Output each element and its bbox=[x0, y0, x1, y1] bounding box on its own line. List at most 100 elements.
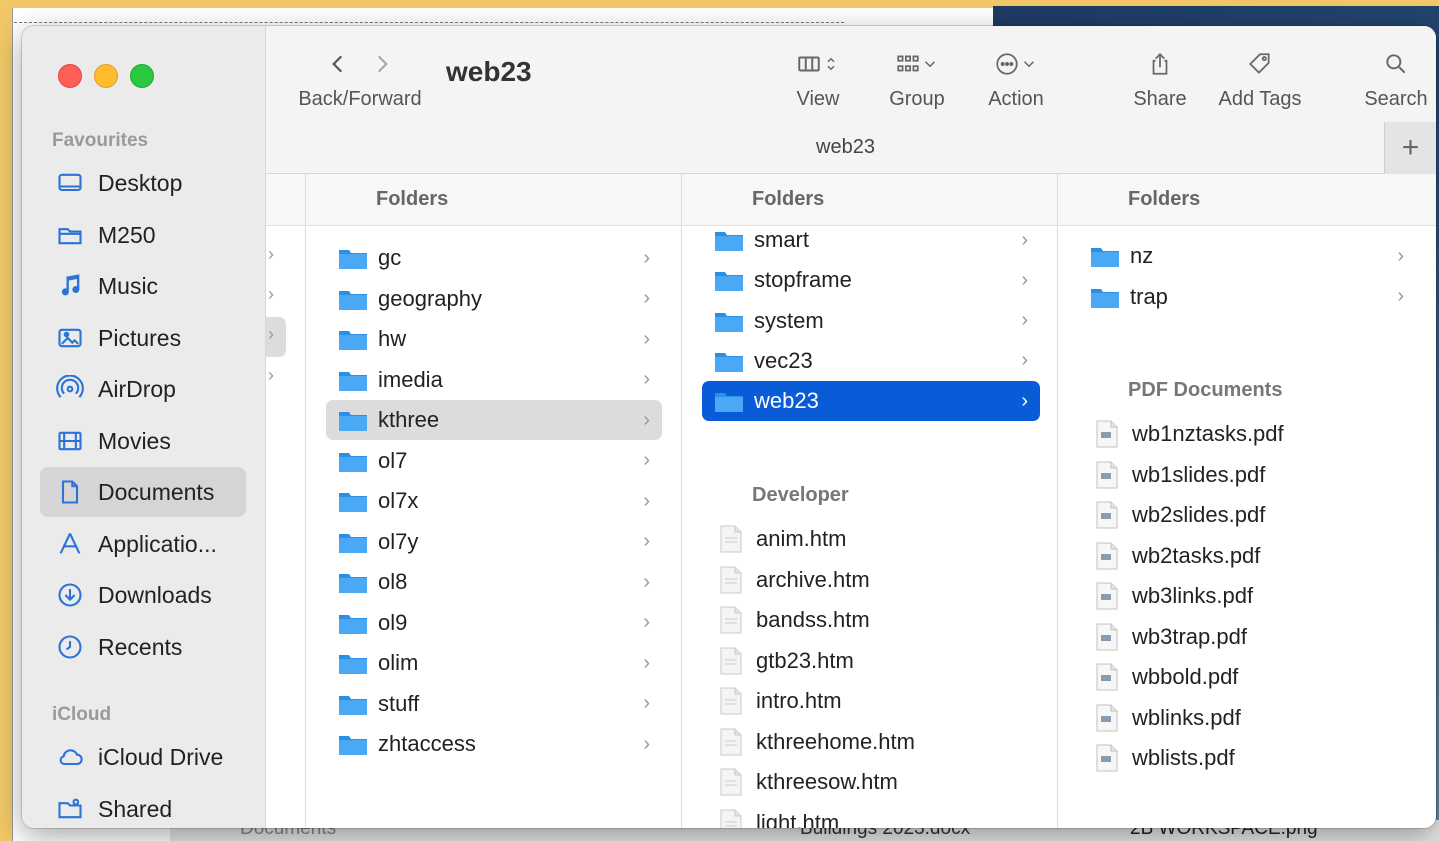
sidebar-item-pictures[interactable]: Pictures bbox=[40, 313, 246, 363]
file-row[interactable]: wblinks.pdf bbox=[1078, 698, 1416, 738]
sidebar: Favourites Desktop M250 Music Pictures A… bbox=[22, 26, 266, 828]
file-row[interactable]: wb1nztasks.pdf bbox=[1078, 414, 1416, 454]
chevron-right-icon: › bbox=[643, 611, 650, 633]
pdf-file-icon bbox=[1096, 623, 1118, 650]
sidebar-item-downloads[interactable]: Downloads bbox=[40, 570, 246, 620]
sidebar-item-movies[interactable]: Movies bbox=[40, 416, 246, 466]
folder-row[interactable]: nz › bbox=[1078, 236, 1416, 276]
sidebar-item-m250[interactable]: M250 bbox=[40, 210, 246, 260]
file-row[interactable]: intro.htm bbox=[702, 681, 1040, 721]
chevron-right-icon: › bbox=[268, 244, 274, 264]
sidebar-item-music[interactable]: Music bbox=[40, 261, 246, 311]
folder-row[interactable]: ol7x › bbox=[326, 481, 662, 521]
folder-name: hw bbox=[378, 326, 407, 351]
folder-name: ol9 bbox=[378, 609, 408, 635]
clock-icon bbox=[56, 633, 84, 661]
folder-icon bbox=[339, 574, 367, 593]
group-icon bbox=[872, 44, 962, 84]
html-file-icon bbox=[720, 809, 742, 828]
chevron-right-icon: › bbox=[643, 530, 650, 552]
chevron-right-icon: › bbox=[268, 284, 274, 304]
folder-row[interactable]: ol7y › bbox=[326, 522, 662, 562]
folder-name: ol7y bbox=[378, 528, 419, 554]
chevron-right-icon: › bbox=[643, 246, 650, 269]
folder-row[interactable]: ol7 › bbox=[326, 441, 662, 481]
folder-icon bbox=[339, 493, 367, 512]
share-button[interactable]: Share bbox=[1126, 44, 1194, 111]
file-row[interactable]: wb1slides.pdf bbox=[1078, 455, 1416, 495]
folder-name: ol7x bbox=[378, 488, 419, 513]
folder-name: olim bbox=[378, 650, 419, 675]
file-row[interactable]: wb2slides.pdf bbox=[1078, 495, 1416, 535]
folder-name: nz bbox=[1130, 243, 1154, 268]
folder-icon bbox=[339, 452, 367, 472]
sidebar-item-label: Shared bbox=[98, 795, 173, 822]
file-row[interactable]: light.htm bbox=[702, 803, 1040, 828]
sidebar-item-label: Music bbox=[98, 272, 159, 299]
file-row[interactable]: wb3links.pdf bbox=[1078, 576, 1416, 616]
html-file-icon bbox=[720, 768, 742, 796]
group-button[interactable]: Group bbox=[872, 44, 962, 111]
view-button[interactable]: View bbox=[774, 44, 862, 111]
folder-row[interactable]: web23 › bbox=[702, 381, 1040, 422]
folder-row[interactable]: ol8 › bbox=[326, 562, 662, 602]
folder-row[interactable]: ol9 › bbox=[326, 603, 662, 643]
file-row[interactable]: kthreesow.htm bbox=[702, 762, 1040, 802]
folder-row[interactable]: geography › bbox=[326, 279, 662, 319]
folder-row[interactable]: trap › bbox=[1078, 277, 1416, 317]
new-tab-button[interactable]: + bbox=[1384, 122, 1436, 174]
folder-name: stuff bbox=[378, 690, 420, 716]
downloads-icon bbox=[56, 581, 84, 609]
file-row[interactable]: wb3trap.pdf bbox=[1078, 617, 1416, 657]
sidebar-item-label: AirDrop bbox=[98, 375, 176, 402]
html-file-icon bbox=[720, 525, 742, 553]
folder-row[interactable]: system › bbox=[702, 301, 1040, 341]
folder-icon bbox=[339, 250, 367, 269]
zoom-button[interactable] bbox=[130, 64, 154, 88]
tab-web23[interactable]: web23 bbox=[816, 136, 875, 159]
chevron-right-icon: › bbox=[1021, 389, 1028, 412]
applications-icon bbox=[56, 530, 84, 558]
file-row[interactable]: wb2tasks.pdf bbox=[1078, 536, 1416, 576]
sidebar-item-airdrop[interactable]: AirDrop bbox=[40, 364, 246, 414]
folder-row[interactable]: gc › bbox=[326, 238, 662, 278]
folder-row[interactable]: stopframe › bbox=[702, 260, 1040, 300]
file-row[interactable]: gtb23.htm bbox=[702, 641, 1040, 681]
folder-row[interactable]: zhtaccess › bbox=[326, 724, 662, 764]
folder-name: stopframe bbox=[754, 267, 852, 293]
file-row[interactable]: wbbold.pdf bbox=[1078, 657, 1416, 697]
folder-icon bbox=[339, 533, 367, 553]
chevron-right-icon: › bbox=[643, 489, 650, 512]
file-row[interactable]: wblists.pdf bbox=[1078, 738, 1416, 778]
close-button[interactable] bbox=[58, 64, 82, 88]
folder-row[interactable]: vec23 › bbox=[702, 341, 1040, 381]
minimize-button[interactable] bbox=[94, 64, 118, 88]
folder-row[interactable]: imedia › bbox=[326, 360, 662, 400]
folder-row[interactable]: kthree › bbox=[326, 400, 662, 440]
file-row[interactable]: kthreehome.htm bbox=[702, 722, 1040, 762]
pdf-file-icon bbox=[1096, 744, 1118, 772]
search-icon bbox=[1356, 44, 1436, 84]
sidebar-item-recents[interactable]: Recents bbox=[40, 622, 246, 672]
file-row[interactable]: bandss.htm bbox=[702, 600, 1040, 640]
sidebar-item-applications[interactable]: Applicatio... bbox=[40, 519, 246, 569]
column-3-header: Folders bbox=[1058, 174, 1436, 226]
airdrop-icon bbox=[56, 375, 84, 403]
add-tags-button[interactable]: Add Tags bbox=[1210, 44, 1310, 111]
sidebar-item-shared[interactable]: Shared bbox=[40, 784, 246, 828]
chevron-left-icon bbox=[332, 55, 343, 73]
folder-row[interactable]: hw › bbox=[326, 319, 662, 359]
sidebar-item-icloud-drive[interactable]: iCloud Drive bbox=[40, 732, 246, 782]
folder-row[interactable]: olim › bbox=[326, 643, 662, 683]
file-row[interactable]: anim.htm bbox=[702, 519, 1040, 559]
back-forward-control[interactable]: Back/Forward bbox=[294, 44, 426, 111]
folder-row[interactable]: stuff › bbox=[326, 684, 662, 724]
pictures-icon bbox=[56, 324, 84, 352]
sidebar-item-desktop[interactable]: Desktop bbox=[40, 158, 246, 208]
sidebar-item-documents[interactable]: Documents bbox=[40, 467, 246, 517]
folder-row[interactable]: smart › bbox=[702, 220, 1040, 260]
file-row[interactable]: archive.htm bbox=[702, 560, 1040, 600]
search-button[interactable]: Search bbox=[1356, 44, 1436, 111]
action-button[interactable]: Action bbox=[972, 44, 1060, 111]
file-name: wblinks.pdf bbox=[1132, 704, 1241, 730]
